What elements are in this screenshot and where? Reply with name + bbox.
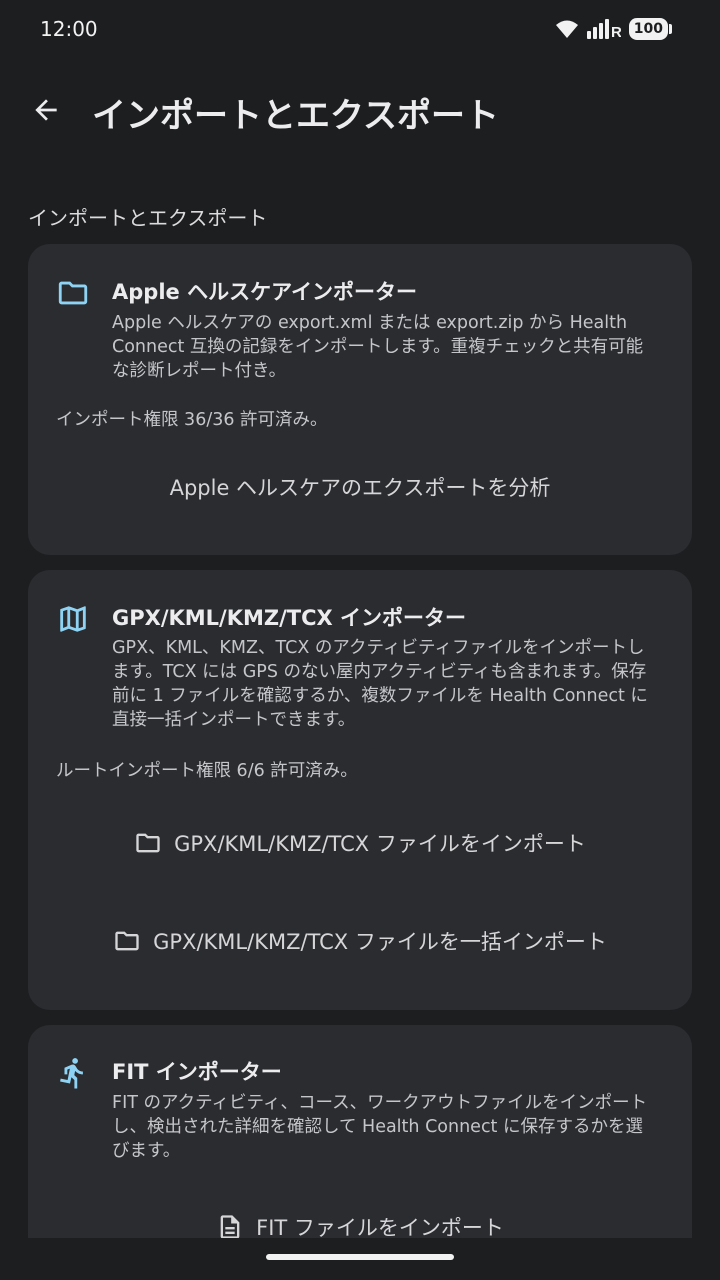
import-gpx-file-button[interactable]: GPX/KML/KMZ/TCX ファイルをインポート — [28, 815, 692, 871]
running-icon — [56, 1056, 90, 1090]
card-title: Apple ヘルスケアインポーター — [112, 280, 418, 304]
permission-status: インポート権限 36/36 許可済み。 — [56, 410, 328, 430]
folder-icon — [136, 833, 160, 853]
description-line: 直接一括インポートできます。 — [112, 710, 356, 730]
status-time: 12:00 — [40, 17, 98, 41]
battery-icon: 100 — [628, 18, 672, 40]
battery-tip — [669, 24, 672, 34]
back-button[interactable] — [22, 86, 70, 134]
section-heading: インポートとエクスポート — [28, 206, 268, 230]
gpx-importer-card: GPX/KML/KMZ/TCX インポーター GPX、KML、KMZ、TCX の… — [28, 570, 692, 1010]
analyze-apple-health-export-button[interactable]: Apple ヘルスケアのエクスポートを分析 — [28, 459, 692, 515]
button-label: GPX/KML/KMZ/TCX ファイルをインポート — [174, 832, 586, 856]
card-title: GPX/KML/KMZ/TCX インポーター — [112, 606, 467, 630]
signal-icon: R — [586, 19, 621, 39]
permission-status: ルートインポート権限 6/6 許可済み。 — [56, 761, 358, 781]
description-line: Apple ヘルスケアの export.xml または export.zip か… — [112, 313, 628, 333]
description-line: Connect 互換の記録をインポートします。重複チェックと共有可能 — [112, 337, 644, 357]
description-line: し、検出された詳細を確認して Health Connect に保存するかを選 — [112, 1117, 643, 1137]
button-label: Apple ヘルスケアのエクスポートを分析 — [169, 476, 551, 500]
description-line: な診断レポート付き。 — [112, 361, 287, 381]
folder-icon — [56, 276, 90, 310]
status-icons: R 100 — [555, 18, 672, 40]
wifi-icon — [555, 20, 578, 38]
arrow-back-icon — [35, 99, 57, 121]
status-bar: 12:00 R 100 — [0, 0, 720, 60]
card-title: FIT インポーター — [112, 1060, 282, 1084]
import-export-screen: 12:00 R 100 インポートとエクスポート インポートとエクスポート Ap… — [0, 0, 720, 1280]
button-label: GPX/KML/KMZ/TCX ファイルを一括インポート — [153, 930, 607, 954]
folder-icon — [115, 931, 139, 951]
card-description: FIT のアクティビティ、コース、ワークアウトファイルをインポート し、検出され… — [112, 1091, 672, 1163]
bulk-import-gpx-files-button[interactable]: GPX/KML/KMZ/TCX ファイルを一括インポート — [28, 913, 692, 969]
description-line: GPX、KML、KMZ、TCX のアクティビティファイルをインポートし — [112, 638, 645, 658]
page-title: インポートとエクスポート — [92, 96, 499, 136]
card-description: GPX、KML、KMZ、TCX のアクティビティファイルをインポートし ます。T… — [112, 636, 672, 732]
apple-health-importer-card: Apple ヘルスケアインポーター Apple ヘルスケアの export.xm… — [28, 244, 692, 555]
app-bar: インポートとエクスポート — [0, 70, 720, 150]
network-letter: R — [611, 24, 621, 39]
document-icon — [220, 1215, 240, 1239]
description-line: 前に 1 ファイルを確認するか、複数ファイルを Health Connect に — [112, 686, 648, 706]
description-line: びます。 — [112, 1141, 181, 1161]
description-line: FIT のアクティビティ、コース、ワークアウトファイルをインポート — [112, 1093, 648, 1113]
description-line: ます。TCX には GPS のない屋内アクティビティも含まれます。保存 — [112, 662, 647, 682]
battery-level: 100 — [628, 18, 668, 40]
home-indicator[interactable] — [266, 1254, 454, 1260]
card-description: Apple ヘルスケアの export.xml または export.zip か… — [112, 311, 672, 383]
map-icon — [56, 602, 90, 636]
